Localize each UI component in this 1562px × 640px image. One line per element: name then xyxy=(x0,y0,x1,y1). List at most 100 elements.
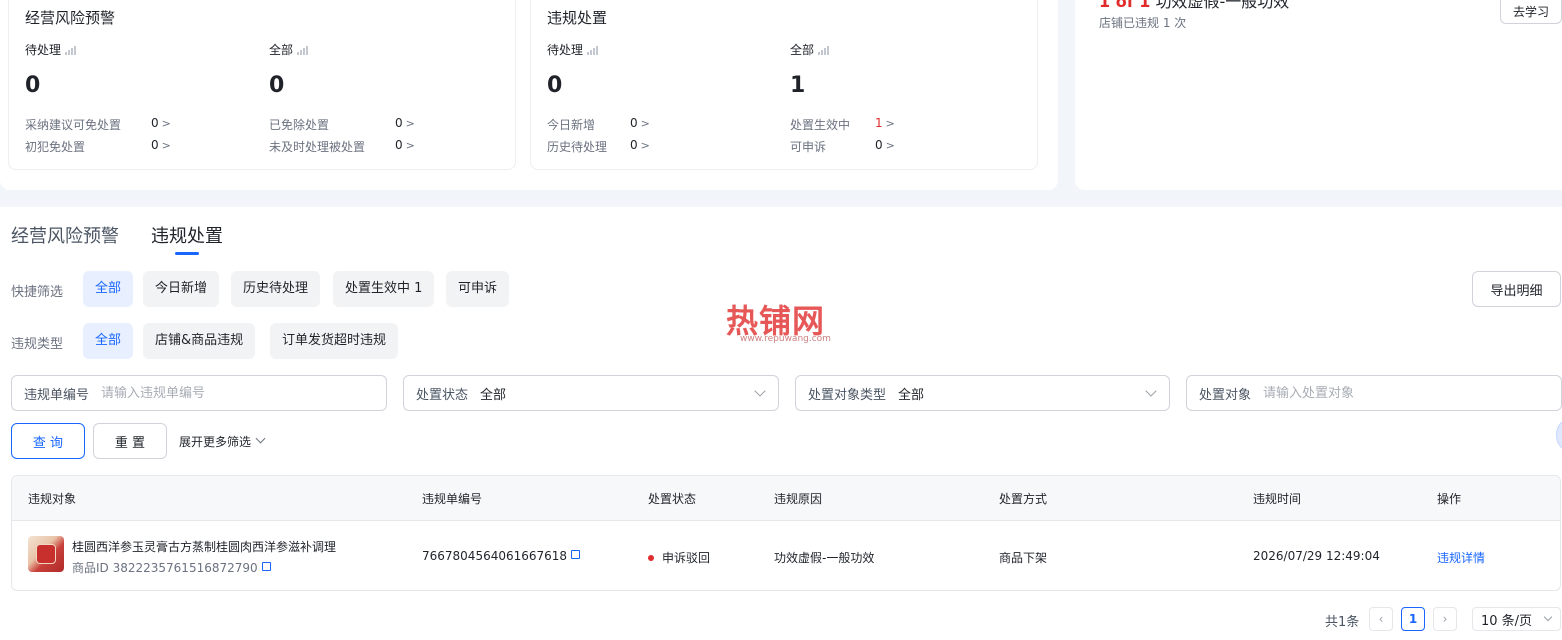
appealable-label: 可申诉 xyxy=(790,140,827,154)
page-size-select[interactable]: 10 条/页 xyxy=(1472,607,1561,631)
next-page-button[interactable]: › xyxy=(1433,607,1457,631)
quick-chip-history-pending[interactable]: 历史待处理 xyxy=(231,271,321,307)
learn-button[interactable]: 去学习 xyxy=(1500,0,1562,24)
late-handled-value[interactable]: 0 > xyxy=(395,138,415,152)
pending-stat-label[interactable]: 待处理 xyxy=(25,41,77,58)
field-label: 违规单编号 xyxy=(24,387,90,403)
copy-icon[interactable] xyxy=(261,562,271,571)
col-header-status: 处置状态 xyxy=(648,492,697,506)
reason-text: 功效虚假-一般功效 xyxy=(1155,0,1290,11)
in-effect-label: 处置生效中 xyxy=(790,118,851,132)
chevron-right-icon: > xyxy=(885,139,895,152)
appealable-value[interactable]: 0 > xyxy=(875,138,895,152)
method-cell: 商品下架 xyxy=(999,551,1048,565)
exempted-label: 已免除处置 xyxy=(269,118,330,132)
reset-button[interactable]: 重 置 xyxy=(93,423,167,459)
active-tab-indicator xyxy=(175,252,199,255)
object-input[interactable] xyxy=(1263,385,1464,401)
col-header-violation-no: 违规单编号 xyxy=(422,492,483,506)
all-label-text: 全部 xyxy=(269,43,294,57)
violation-no-input[interactable] xyxy=(101,385,302,401)
chevron-down-icon xyxy=(1543,612,1553,622)
bar-chart-icon xyxy=(587,45,599,55)
col-header-time: 违规时间 xyxy=(1253,492,1302,506)
product-thumbnail[interactable] xyxy=(28,536,64,572)
col-header-reason: 违规原因 xyxy=(774,492,823,506)
violation-detail-link[interactable]: 违规详情 xyxy=(1437,549,1485,566)
all-stat-label[interactable]: 全部 xyxy=(269,41,309,58)
history-pending-value[interactable]: 0 > xyxy=(630,138,650,152)
quick-chip-in-effect[interactable]: 处置生效中 1 xyxy=(333,271,435,307)
violation-handling-card: 违规处置 待处理 0 全部 1 今日新增 0 > 历史待处理 0 > 处置生效中 1… xyxy=(530,0,1038,170)
time-cell: 2026/07/29 12:49:04 xyxy=(1253,549,1380,563)
violation-reason-partial: 1 of 1 功效虚假-一般功效 xyxy=(1099,0,1289,12)
card-title: 违规处置 xyxy=(547,9,608,27)
all-label-text: 全部 xyxy=(790,43,815,57)
value-text: 0 xyxy=(630,138,638,152)
field-label: 处置状态 xyxy=(416,387,469,403)
value-text: 0 xyxy=(151,116,159,130)
adopt-advice-value[interactable]: 0 > xyxy=(151,116,171,130)
tab-risk-warning[interactable]: 经营风险预警 xyxy=(11,222,119,248)
object-type-select[interactable]: 处置对象类型 全部 xyxy=(795,375,1170,411)
violation-count-text: 店铺已违规 1 次 xyxy=(1099,16,1187,30)
type-chip-all[interactable]: 全部 xyxy=(83,323,134,359)
table-row: 桂圆西洋参玉灵膏古方蒸制桂圆肉西洋参滋补调理 商品ID 382223576151… xyxy=(12,520,1560,590)
expand-filters-toggle[interactable]: 展开更多筛选 xyxy=(179,433,266,450)
value-text: 1 xyxy=(875,116,883,130)
page-size-value: 10 条/页 xyxy=(1481,613,1533,629)
pending-stat-value: 0 xyxy=(547,73,563,98)
violation-no-field[interactable]: 违规单编号 xyxy=(11,375,387,411)
product-title[interactable]: 桂圆西洋参玉灵膏古方蒸制桂圆肉西洋参滋补调理 xyxy=(72,538,336,555)
page-number: 1 xyxy=(1408,612,1418,626)
expand-label: 展开更多筛选 xyxy=(179,435,252,449)
bar-chart-icon xyxy=(65,45,77,55)
card-title: 经营风险预警 xyxy=(25,9,116,27)
product-id: 商品ID 3822235761516872790 xyxy=(72,559,271,576)
today-new-value[interactable]: 0 > xyxy=(630,116,650,130)
query-button[interactable]: 查 询 xyxy=(11,423,85,459)
product-id-text: 商品ID 3822235761516872790 xyxy=(72,561,258,575)
all-stat-label[interactable]: 全部 xyxy=(790,41,830,58)
bar-chart-icon xyxy=(818,45,830,55)
quick-chip-today-new[interactable]: 今日新增 xyxy=(143,271,220,307)
first-offense-value[interactable]: 0 > xyxy=(151,138,171,152)
pending-stat-value: 0 xyxy=(25,73,41,98)
type-chip-shipping-timeout[interactable]: 订单发货超时违规 xyxy=(270,323,399,359)
object-field[interactable]: 处置对象 xyxy=(1186,375,1562,411)
export-details-button[interactable]: 导出明细 xyxy=(1472,271,1561,307)
risk-warning-card: 经营风险预警 待处理 0 全部 0 采纳建议可免处置 0 > 初犯免处置 0 > 已… xyxy=(8,0,516,170)
status-cell: 申诉驳回 xyxy=(648,549,710,566)
in-effect-value[interactable]: 1 > xyxy=(875,116,895,130)
chevron-right-icon: > xyxy=(161,139,171,152)
type-chip-store-product[interactable]: 店铺&商品违规 xyxy=(143,323,256,359)
col-header-action: 操作 xyxy=(1437,492,1462,506)
reason-cell: 功效虚假-一般功效 xyxy=(774,551,875,565)
chevron-down-icon xyxy=(1145,385,1157,397)
bar-chart-icon xyxy=(297,45,309,55)
tab-violation-handling[interactable]: 违规处置 xyxy=(151,222,223,248)
quick-chip-appealable[interactable]: 可申诉 xyxy=(446,271,510,307)
watermark-url: www.repuwang.com xyxy=(740,334,831,344)
value-text: 0 xyxy=(630,116,638,130)
prev-page-button[interactable]: ‹ xyxy=(1369,607,1393,631)
violation-count-partial: 1 of 1 xyxy=(1099,0,1151,11)
chevron-right-icon: > xyxy=(405,139,415,152)
export-button-label: 导出明细 xyxy=(1490,283,1543,299)
floating-side-button[interactable] xyxy=(1556,418,1562,452)
value-text: 0 xyxy=(395,116,403,130)
status-text: 申诉驳回 xyxy=(662,551,711,565)
page-1-button[interactable]: 1 xyxy=(1401,607,1425,631)
violation-table: 违规对象 违规单编号 处置状态 违规原因 处置方式 违规时间 操作 桂圆西洋参玉… xyxy=(11,475,1561,591)
first-offense-label: 初犯免处置 xyxy=(25,140,86,154)
exempted-value[interactable]: 0 > xyxy=(395,116,415,130)
pending-stat-label[interactable]: 待处理 xyxy=(547,41,599,58)
status-select[interactable]: 处置状态 全部 xyxy=(403,375,779,411)
copy-icon[interactable] xyxy=(571,550,581,559)
violation-no-cell: 7667804564061667618 xyxy=(422,549,581,563)
col-header-object: 违规对象 xyxy=(28,492,77,506)
value-text: 0 xyxy=(151,138,159,152)
today-new-label: 今日新增 xyxy=(547,118,596,132)
quick-chip-all[interactable]: 全部 xyxy=(83,271,134,307)
violation-type-label: 违规类型 xyxy=(11,337,64,352)
